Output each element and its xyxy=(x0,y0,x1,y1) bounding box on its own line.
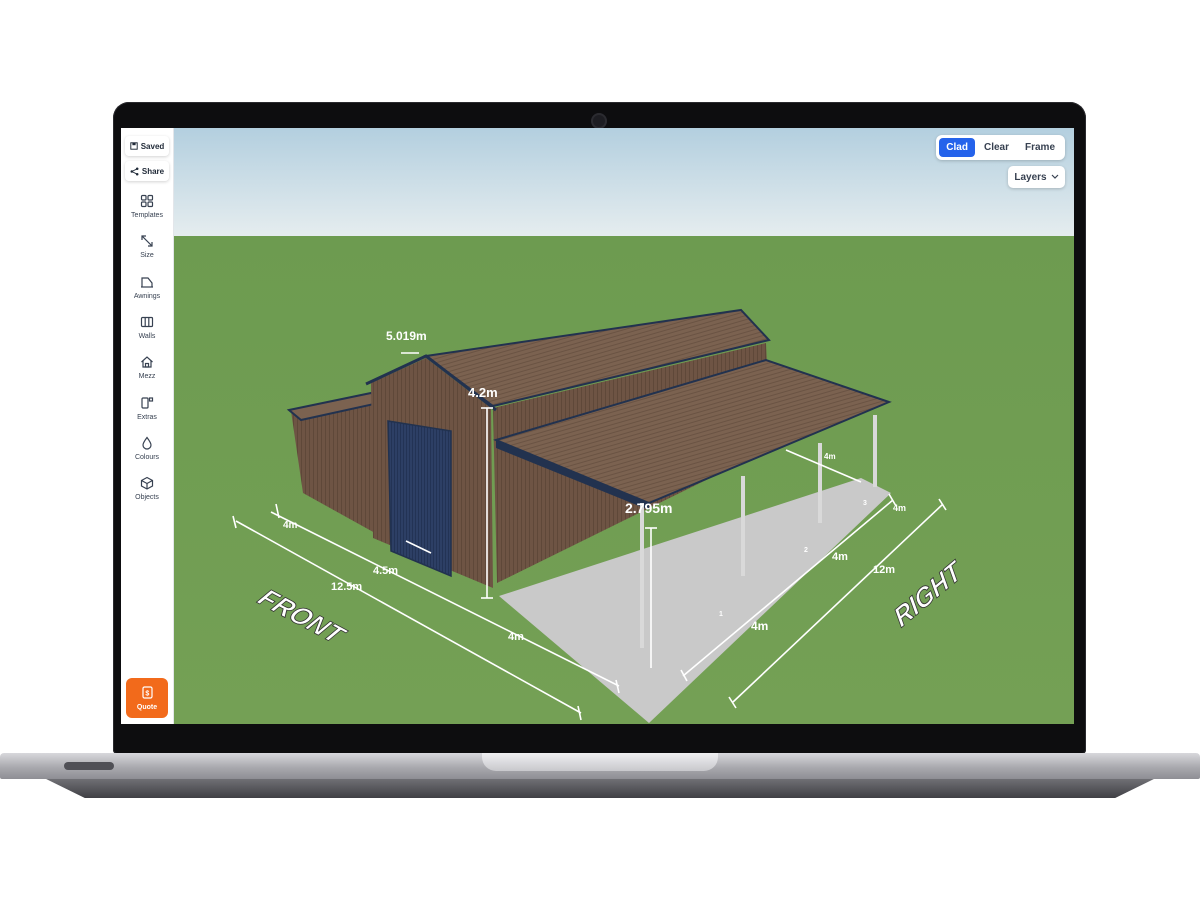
dimension-front-total: 12.5m xyxy=(331,581,362,593)
cube-icon xyxy=(140,476,154,490)
left-toolbar: Saved Share Templates Size Awnings Walls… xyxy=(121,128,174,724)
dimension-right-c: 4m xyxy=(893,503,906,513)
tool-colours[interactable]: Colours xyxy=(121,436,173,472)
dimension-front-c: 4m xyxy=(508,631,524,643)
dimension-right-total: 12m xyxy=(873,564,895,576)
awning-post xyxy=(818,443,822,523)
dimension-wall-height: 4.2m xyxy=(468,385,498,400)
app-screen: 5.019m 4.2m 2.795m 4m 4.5m 12.5m 4m 4m 4… xyxy=(121,128,1074,724)
house-icon xyxy=(141,356,153,368)
roller-door[interactable] xyxy=(387,420,452,578)
tool-extras[interactable]: Extras xyxy=(121,396,173,432)
tool-awnings[interactable]: Awnings xyxy=(121,275,173,311)
document-dollar-icon: $ xyxy=(141,685,153,699)
tool-label: Templates xyxy=(131,212,163,219)
view-option-clear[interactable]: Clear xyxy=(977,138,1016,157)
tool-label: Extras xyxy=(137,414,157,421)
view-option-clad[interactable]: Clad xyxy=(939,138,975,157)
dimension-roof-width: 5.019m xyxy=(386,329,427,343)
chevron-down-icon xyxy=(1051,174,1059,179)
tool-templates[interactable]: Templates xyxy=(121,194,173,230)
tool-label: Colours xyxy=(134,454,160,461)
dimension-right-b: 4m xyxy=(832,551,848,563)
layers-label: Layers xyxy=(1014,171,1047,183)
3d-viewport[interactable]: 5.019m 4.2m 2.795m 4m 4.5m 12.5m 4m 4m 4… xyxy=(121,128,1074,724)
tool-objects[interactable]: Objects xyxy=(121,476,173,512)
sky xyxy=(121,128,1074,244)
share-label: Share xyxy=(141,166,165,176)
dimension-right-a: 4m xyxy=(751,619,768,633)
webcam xyxy=(591,113,607,129)
tool-size[interactable]: Size xyxy=(121,234,173,270)
bay-number-2: 2 xyxy=(804,547,808,554)
save-icon xyxy=(130,142,138,150)
saved-button[interactable]: Saved xyxy=(125,136,169,156)
resize-icon xyxy=(141,235,153,247)
bay-number-1: 1 xyxy=(719,611,723,618)
laptop-notch xyxy=(482,753,718,771)
view-option-frame[interactable]: Frame xyxy=(1018,138,1062,157)
dimension-rear-awning: 4m xyxy=(824,452,836,461)
saved-label: Saved xyxy=(140,141,165,151)
tool-label: Size xyxy=(140,252,154,259)
droplet-icon xyxy=(142,436,152,450)
tool-label: Mezz xyxy=(138,373,156,380)
laptop-base-shadow xyxy=(40,776,1160,798)
awning-post xyxy=(741,476,745,576)
tool-walls[interactable]: Walls xyxy=(121,315,173,351)
tool-label: Objects xyxy=(135,494,159,501)
laptop-slot xyxy=(64,762,114,770)
awning-icon xyxy=(141,277,153,288)
share-button[interactable]: Share xyxy=(125,161,169,181)
awning-post-front xyxy=(640,503,644,648)
dimension-front-b: 4.5m xyxy=(373,565,398,577)
dimension-awning-height: 2.795m xyxy=(625,500,672,516)
bay-number-3: 3 xyxy=(863,500,867,507)
layers-dropdown[interactable]: Layers xyxy=(1008,166,1065,188)
walls-icon xyxy=(140,316,154,328)
dimension-front-a: 4m xyxy=(283,520,298,531)
quote-button[interactable]: $ Quote xyxy=(126,678,168,718)
tool-label: Awnings xyxy=(133,293,161,300)
tool-label: Walls xyxy=(138,333,156,340)
awning-post-rear xyxy=(873,415,877,487)
svg-text:$: $ xyxy=(145,690,149,697)
share-icon xyxy=(130,167,139,175)
grid-icon xyxy=(140,194,154,208)
view-mode-toggle: Clad Clear Frame xyxy=(936,135,1065,160)
tool-mezz[interactable]: Mezz xyxy=(121,355,173,391)
quote-label: Quote xyxy=(136,703,158,711)
extras-icon xyxy=(141,397,154,409)
